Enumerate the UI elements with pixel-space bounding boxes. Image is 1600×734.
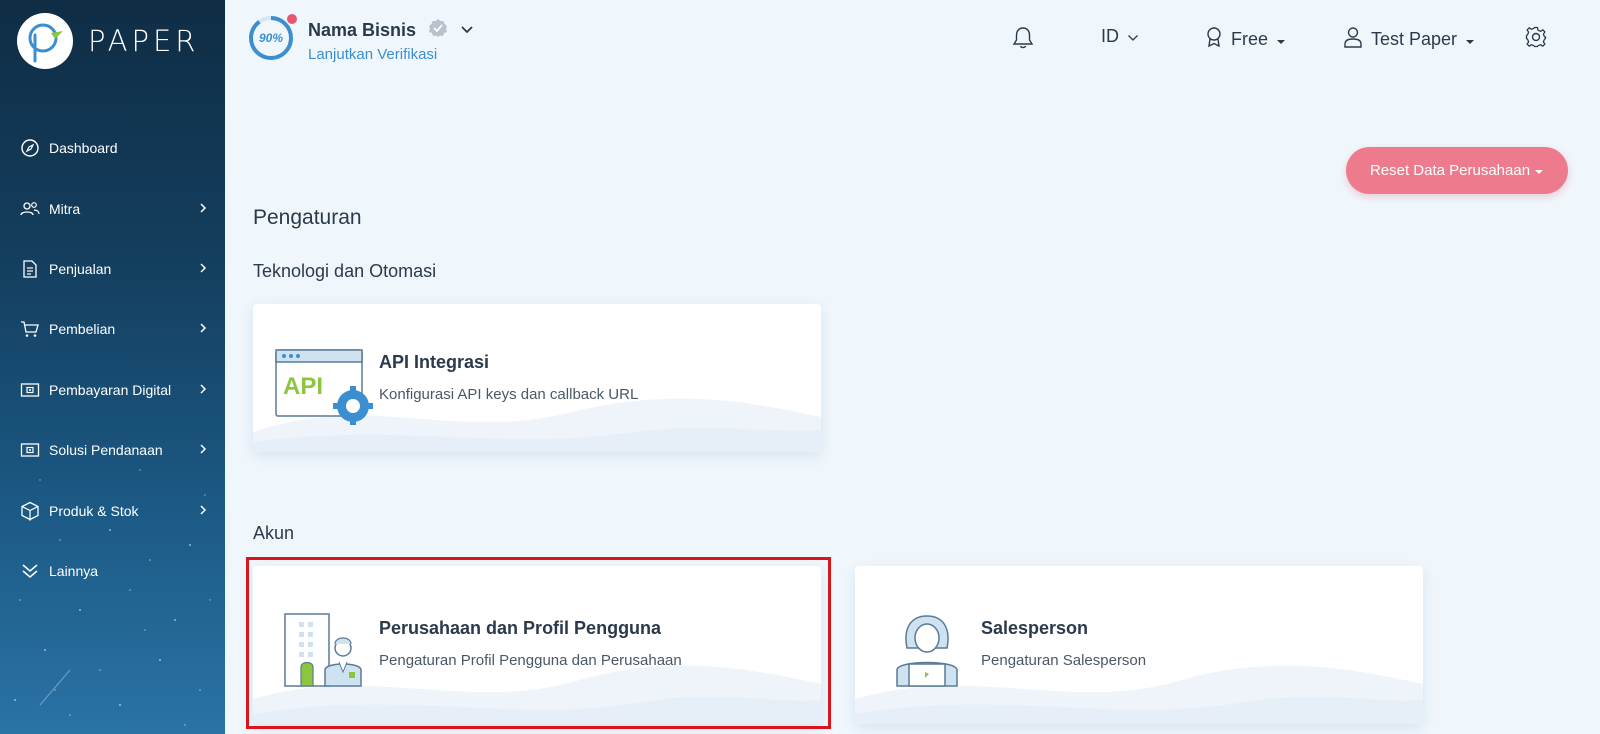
document-icon <box>20 259 40 279</box>
section-title-akun: Akun <box>253 523 295 543</box>
caret-down-icon <box>1276 29 1286 50</box>
business-name-label: Nama Bisnis <box>308 20 417 40</box>
api-integration-card[interactable]: API API Integrasi Konfigurasi API keys d… <box>253 304 821 452</box>
salesperson-card[interactable]: Salesperson Pengaturan Salesperson <box>855 566 1423 724</box>
sidebar-item-pembelian[interactable]: Pembelian <box>0 299 225 359</box>
svg-text:API: API <box>283 373 323 400</box>
gear-icon[interactable] <box>1525 26 1547 48</box>
sidebar-item-produk-stok[interactable]: Produk & Stok <box>0 480 225 540</box>
chevron-down-icon <box>1127 26 1139 47</box>
sidebar-item-penjualan[interactable]: Penjualan <box>0 239 225 299</box>
sidebar-item-label: Penjualan <box>49 260 112 277</box>
continue-verification-link[interactable]: Lanjutkan Verifikasi <box>308 46 437 63</box>
progress-percent: 90% <box>258 31 284 45</box>
sidebar-item-solusi-pendanaan[interactable]: Solusi Pendanaan <box>0 420 225 480</box>
sidebar-item-label: Mitra <box>49 200 81 217</box>
user-icon <box>1343 26 1363 53</box>
caret-down-icon <box>1534 162 1544 179</box>
page-title: Pengaturan <box>253 206 362 229</box>
verified-badge-icon <box>428 18 448 43</box>
user-name: Test Paper <box>1371 29 1458 49</box>
plan-dropdown[interactable]: Free <box>1205 26 1286 53</box>
card-subtitle: Konfigurasi API keys dan callback URL <box>379 386 639 403</box>
chevron-right-icon <box>199 382 207 398</box>
sidebar-item-label: Pembayaran Digital <box>49 381 172 398</box>
sidebar-item-label: Pembelian <box>49 321 116 338</box>
top-header: 90% Nama Bisnis Lanjutkan Verifikasi ID … <box>225 0 1600 80</box>
salesperson-icon <box>895 612 959 693</box>
award-icon <box>1205 26 1223 53</box>
compass-icon <box>20 138 40 158</box>
card-subtitle: Pengaturan Salesperson <box>981 652 1147 669</box>
app-logo[interactable]: PAPER <box>17 13 199 69</box>
language-dropdown[interactable]: ID <box>1101 26 1139 47</box>
wallet-icon <box>20 440 40 460</box>
caret-down-icon <box>1465 29 1475 50</box>
card-title: Perusahaan dan Profil Pengguna <box>379 618 662 638</box>
chevron-down-icon[interactable] <box>460 22 474 40</box>
users-icon <box>20 199 40 219</box>
sidebar-item-label: Produk & Stok <box>49 502 139 519</box>
sidebar-nav: Dashboard Mitra Penjualan Pembelian Pemb… <box>0 118 225 601</box>
sidebar-item-dashboard[interactable]: Dashboard <box>0 118 225 178</box>
card-subtitle: Pengaturan Profil Pengguna dan Perusahaa… <box>379 652 682 669</box>
paper-logo-icon <box>17 13 73 69</box>
reset-data-button[interactable]: Reset Data Perusahaan <box>1346 147 1568 194</box>
language-label: ID <box>1101 26 1119 46</box>
sidebar-item-label: Lainnya <box>49 562 99 579</box>
business-name[interactable]: Nama Bisnis <box>308 18 448 43</box>
card-title: Salesperson <box>981 618 1089 638</box>
reset-data-label: Reset Data Perusahaan <box>1369 162 1531 179</box>
notification-bell-icon[interactable] <box>1012 26 1034 50</box>
logo-text: PAPER <box>88 24 200 58</box>
sidebar-item-mitra[interactable]: Mitra <box>0 178 225 238</box>
sidebar: PAPER Dashboard Mitra Penjualan Pembelia… <box>0 0 225 734</box>
verification-progress[interactable]: 90% <box>247 14 297 62</box>
chevron-right-icon <box>199 442 207 458</box>
wallet-icon <box>20 380 40 400</box>
sidebar-item-label: Solusi Pendanaan <box>49 442 163 459</box>
sidebar-item-label: Dashboard <box>49 140 118 157</box>
sidebar-item-pembayaran-digital[interactable]: Pembayaran Digital <box>0 360 225 420</box>
plan-label: Free <box>1231 29 1269 49</box>
company-profile-card[interactable]: Perusahaan dan Profil Pengguna Pengatura… <box>253 566 821 724</box>
user-dropdown[interactable]: Test Paper <box>1343 26 1475 53</box>
chevron-right-icon <box>199 261 207 277</box>
box-icon <box>20 501 40 521</box>
section-title-tech: Teknologi dan Otomasi <box>253 261 437 281</box>
chevron-right-icon <box>199 321 207 337</box>
company-building-icon <box>283 612 363 693</box>
card-title: API Integrasi <box>379 352 490 372</box>
double-chevron-down-icon <box>20 561 40 581</box>
cart-icon <box>20 319 40 339</box>
chevron-right-icon <box>199 201 207 217</box>
sidebar-item-lainnya[interactable]: Lainnya <box>0 541 225 601</box>
chevron-right-icon <box>199 503 207 519</box>
api-icon: API <box>275 349 375 430</box>
